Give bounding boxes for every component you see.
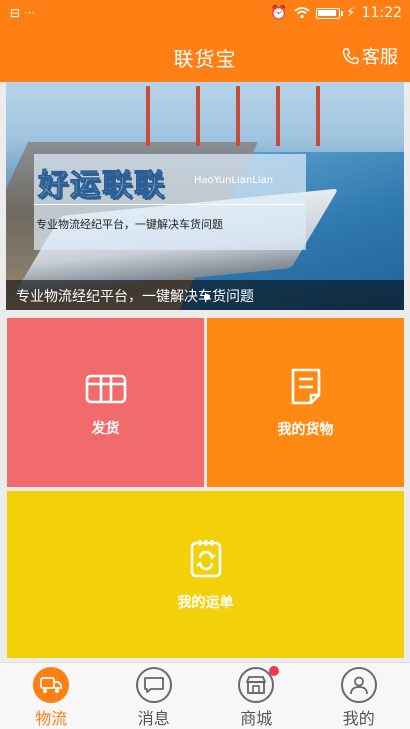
- notification-icons: ⊟ ···: [10, 6, 36, 20]
- banner-carousel[interactable]: 好运联联 HaoYunLianLian 专业物流经纪平台，一键解决车货问题 专业…: [6, 82, 404, 310]
- clock: 11:22: [361, 5, 402, 21]
- my-goods-label: 我的货物: [277, 421, 334, 438]
- banner-slogan: 专业物流经纪平台，一键解决车货问题: [36, 218, 223, 231]
- phone-icon: [342, 48, 359, 65]
- customer-service-button[interactable]: 客服: [342, 43, 398, 69]
- tab-store-label: 商城: [240, 709, 273, 728]
- tab-profile[interactable]: 我的: [308, 663, 410, 729]
- tab-logistics[interactable]: 物流: [0, 663, 103, 729]
- brand-title: 好运联联: [38, 168, 166, 204]
- alarm-icon: ⏰: [270, 5, 288, 21]
- carousel-indicator: [204, 294, 210, 300]
- message-icon: [135, 667, 172, 703]
- ship-goods-tile[interactable]: 发货: [7, 318, 204, 487]
- system-indicators: ⏰ ⚡ 11:22: [270, 5, 402, 21]
- brand-pinyin: HaoYunLianLian: [194, 175, 274, 186]
- my-waybill-tile[interactable]: 我的运单: [7, 491, 404, 658]
- status-bar: ⊟ ··· ⏰ ⚡ 11:22: [0, 0, 410, 28]
- tab-logistics-label: 物流: [35, 709, 68, 728]
- my-goods-tile[interactable]: 我的货物: [207, 318, 404, 487]
- tab-messages-label: 消息: [137, 709, 170, 728]
- document-icon: [291, 368, 320, 404]
- my-waybill-label: 我的运单: [177, 594, 234, 611]
- bottom-tab-bar: 物流 消息 商城 我的: [0, 662, 410, 729]
- slogan-divider: [34, 204, 304, 205]
- tab-messages[interactable]: 消息: [103, 663, 279, 729]
- store-icon: [238, 667, 275, 703]
- banner-cranes: [126, 82, 386, 162]
- battery-icon: [315, 7, 343, 19]
- tab-store[interactable]: 商城: [205, 663, 308, 729]
- title-bar: 联货宝 客服: [0, 28, 410, 82]
- wifi-icon: [294, 7, 310, 19]
- clipboard-refresh-icon: [190, 539, 221, 577]
- truck-icon: [33, 667, 70, 703]
- tab-profile-label: 我的: [342, 709, 375, 728]
- charging-icon: ⚡: [345, 5, 356, 21]
- customer-service-label: 客服: [362, 47, 398, 68]
- gift-box-icon: [85, 374, 126, 403]
- user-icon: [340, 667, 377, 703]
- ship-goods-label: 发货: [91, 420, 120, 437]
